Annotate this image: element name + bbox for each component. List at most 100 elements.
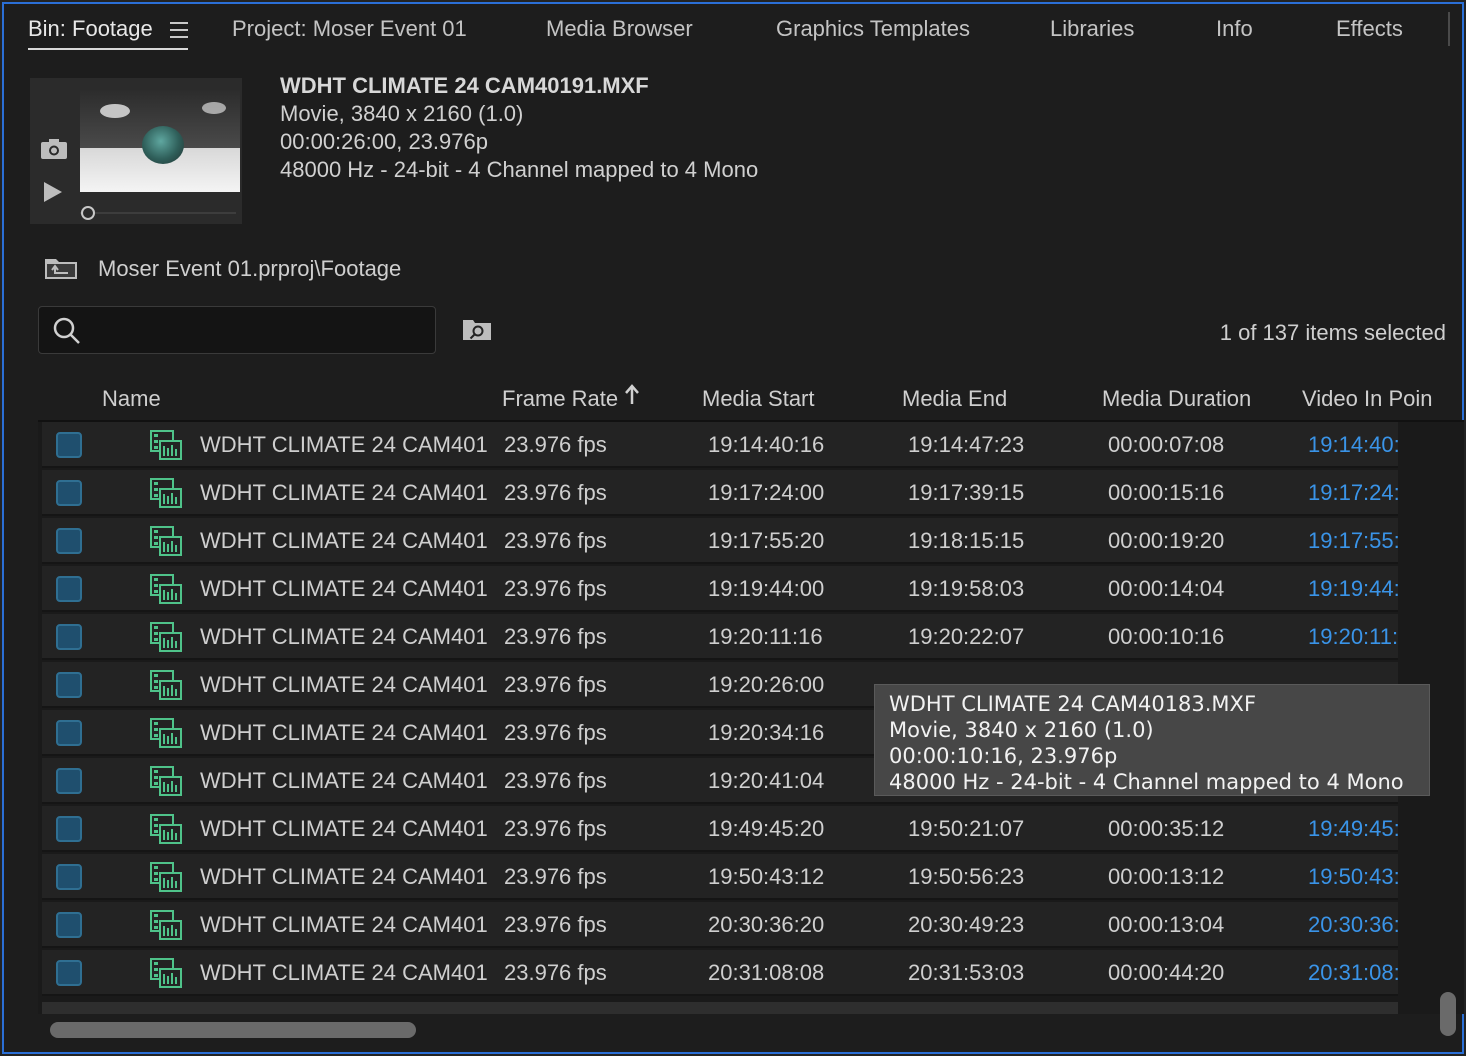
camera-icon[interactable] xyxy=(40,138,68,160)
tab-graphics-templates[interactable]: Graphics Templates xyxy=(776,16,970,42)
row-label-color-swatch[interactable] xyxy=(56,720,82,746)
cell-media-end: 20:30:49:23 xyxy=(908,912,1025,937)
search-input[interactable] xyxy=(89,315,419,345)
cell-media-duration: 00:00:19:20 xyxy=(1108,528,1225,553)
cell-media-start: 20:31:08:08 xyxy=(708,960,825,985)
vertical-scrollbar[interactable] xyxy=(1440,992,1456,1036)
cell-name: WDHT CLIMATE 24 CAM401 xyxy=(200,528,488,553)
table-row[interactable]: WDHT CLIMATE 24 CAM401 23.976 fps 19:17:55… xyxy=(42,518,1400,564)
cell-media-end: 19:50:56:23 xyxy=(908,864,1025,889)
folder-up-icon[interactable] xyxy=(44,256,78,280)
clip-info-audio: 48000 Hz - 24-bit - 4 Channel mapped to … xyxy=(280,157,759,182)
search-icon xyxy=(53,317,81,345)
cell-name: WDHT CLIMATE 24 CAM401 xyxy=(200,768,488,793)
preview-scrub-handle[interactable] xyxy=(81,206,95,220)
clip-tooltip: WDHT CLIMATE 24 CAM40183.MXF Movie, 3840… xyxy=(874,684,1430,796)
tooltip-title: WDHT CLIMATE 24 CAM40183.MXF xyxy=(889,692,1257,716)
tooltip-format: Movie, 3840 x 2160 (1.0) xyxy=(889,718,1154,742)
cell-video-in-point[interactable]: 20:30:36: xyxy=(1308,912,1400,938)
cell-name: WDHT CLIMATE 24 CAM401 xyxy=(200,480,488,505)
row-label-color-swatch[interactable] xyxy=(56,528,82,554)
video-clip-icon xyxy=(150,862,182,892)
cell-media-duration: 00:00:10:16 xyxy=(1108,624,1225,649)
table-row[interactable]: WDHT CLIMATE 24 CAM401 23.976 fps 20:31:08… xyxy=(42,950,1400,996)
column-header-media-end[interactable]: Media End xyxy=(902,386,1007,412)
horizontal-scrollbar[interactable] xyxy=(50,1022,416,1038)
column-header-frame-rate[interactable]: Frame Rate xyxy=(502,386,618,412)
cell-frame-rate: 23.976 fps xyxy=(504,768,607,793)
find-in-bin-icon[interactable] xyxy=(462,318,492,342)
table-row-partial[interactable] xyxy=(42,1002,1398,1014)
row-label-color-swatch[interactable] xyxy=(56,960,82,986)
cell-media-duration: 00:00:13:12 xyxy=(1108,864,1225,889)
cell-video-in-point[interactable]: 19:17:24: xyxy=(1308,480,1400,506)
tab-effects[interactable]: Effects xyxy=(1336,16,1403,42)
clip-info: WDHT CLIMATE 24 CAM40191.MXF Movie, 3840… xyxy=(280,72,758,184)
cell-media-end: 19:17:39:15 xyxy=(908,480,1025,505)
cell-media-end: 19:14:47:23 xyxy=(908,432,1025,457)
tab-bin-footage[interactable]: Bin: Footage xyxy=(28,16,153,42)
tab-media-browser[interactable]: Media Browser xyxy=(546,16,693,42)
table-row[interactable]: WDHT CLIMATE 24 CAM401 23.976 fps 19:20:11… xyxy=(42,614,1398,660)
preview-scrub-track[interactable] xyxy=(80,212,236,214)
cell-frame-rate: 23.976 fps xyxy=(504,912,607,937)
cell-name: WDHT CLIMATE 24 CAM401 xyxy=(200,912,488,937)
column-header-video-in-point[interactable]: Video In Poin xyxy=(1302,386,1432,412)
video-clip-icon xyxy=(150,430,182,460)
search-field[interactable] xyxy=(38,306,436,354)
clip-info-title: WDHT CLIMATE 24 CAM40191.MXF xyxy=(280,73,649,98)
column-header-media-duration[interactable]: Media Duration xyxy=(1102,386,1251,412)
selection-count: 1 of 137 items selected xyxy=(1219,320,1446,345)
table-row[interactable]: WDHT CLIMATE 24 CAM401 23.976 fps 19:19:44… xyxy=(42,566,1400,612)
cell-media-start: 19:17:55:20 xyxy=(708,528,825,553)
tab-libraries[interactable]: Libraries xyxy=(1050,16,1134,42)
active-tab-indicator xyxy=(28,48,188,50)
tab-info[interactable]: Info xyxy=(1216,16,1253,42)
video-clip-icon xyxy=(150,478,182,508)
row-label-color-swatch[interactable] xyxy=(56,672,82,698)
cell-video-in-point[interactable]: 19:49:45: xyxy=(1308,816,1400,842)
table-row[interactable]: WDHT CLIMATE 24 CAM401 23.976 fps 19:14:40… xyxy=(42,422,1400,468)
row-label-color-swatch[interactable] xyxy=(56,576,82,602)
play-icon[interactable] xyxy=(44,182,62,202)
cell-frame-rate: 23.976 fps xyxy=(504,864,607,889)
cell-video-in-point[interactable]: 19:17:55: xyxy=(1308,528,1400,554)
cell-frame-rate: 23.976 fps xyxy=(504,672,607,697)
tab-project[interactable]: Project: Moser Event 01 xyxy=(232,16,467,42)
cell-video-in-point[interactable]: 19:50:43: xyxy=(1308,864,1400,890)
column-header-name[interactable]: Name xyxy=(102,386,161,412)
cell-media-start: 20:30:36:20 xyxy=(708,912,825,937)
video-clip-icon xyxy=(150,574,182,604)
row-label-color-swatch[interactable] xyxy=(56,912,82,938)
row-label-color-swatch[interactable] xyxy=(56,624,82,650)
table-row[interactable]: WDHT CLIMATE 24 CAM401 23.976 fps 19:17:24… xyxy=(42,470,1400,516)
hamburger-icon[interactable] xyxy=(170,22,188,38)
cell-video-in-point[interactable]: 20:31:08: xyxy=(1308,960,1400,986)
cell-media-duration: 00:00:44:20 xyxy=(1108,960,1225,985)
cell-video-in-point[interactable]: 19:14:40: xyxy=(1308,432,1400,458)
cell-frame-rate: 23.976 fps xyxy=(504,960,607,985)
clip-preview xyxy=(30,78,242,224)
row-label-color-swatch[interactable] xyxy=(56,768,82,794)
row-label-color-swatch[interactable] xyxy=(56,816,82,842)
video-clip-icon xyxy=(150,622,182,652)
table-row[interactable]: WDHT CLIMATE 24 CAM401 23.976 fps 20:30:36… xyxy=(42,902,1400,948)
cell-frame-rate: 23.976 fps xyxy=(504,480,607,505)
column-header-media-start[interactable]: Media Start xyxy=(702,386,815,412)
video-clip-icon xyxy=(150,526,182,556)
cell-video-in-point[interactable]: 19:19:44: xyxy=(1308,576,1400,602)
video-clip-icon xyxy=(150,958,182,988)
video-clip-icon xyxy=(150,814,182,844)
row-label-color-swatch[interactable] xyxy=(56,432,82,458)
row-label-color-swatch[interactable] xyxy=(56,864,82,890)
cell-media-end: 19:50:21:07 xyxy=(908,816,1025,841)
table-row[interactable]: WDHT CLIMATE 24 CAM401 23.976 fps 19:49:45… xyxy=(42,806,1400,852)
table-row[interactable]: WDHT CLIMATE 24 CAM401 23.976 fps 19:50:43… xyxy=(42,854,1400,900)
cell-frame-rate: 23.976 fps xyxy=(504,624,607,649)
cell-video-in-point[interactable]: 19:20:11: xyxy=(1308,624,1398,650)
row-label-color-swatch[interactable] xyxy=(56,480,82,506)
cell-media-start: 19:17:24:00 xyxy=(708,480,825,505)
tooltip-audio: 48000 Hz - 24-bit - 4 Channel mapped to … xyxy=(889,770,1404,794)
cell-name: WDHT CLIMATE 24 CAM401 xyxy=(200,672,488,697)
panel-tab-bar: Bin: Footage Project: Moser Event 01 Med… xyxy=(4,4,1462,54)
